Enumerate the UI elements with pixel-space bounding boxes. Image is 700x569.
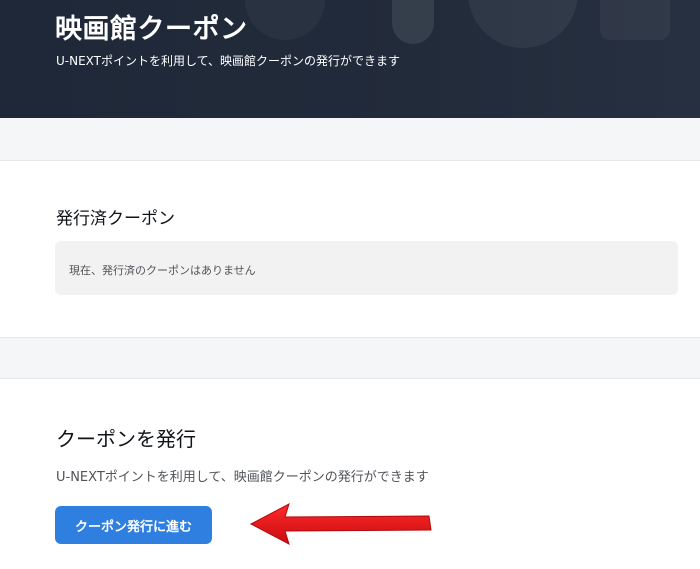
issue-coupon-description: U-NEXTポイントを利用して、映画館クーポンの発行ができます [56, 470, 429, 485]
red-arrow-icon [249, 502, 432, 546]
hero-decoration [600, 0, 670, 40]
issued-coupons-heading: 発行済クーポン [56, 209, 175, 229]
issued-coupons-section: 発行済クーポン 現在、発行済のクーポンはありません [0, 160, 700, 338]
issue-coupon-heading: クーポンを発行 [56, 427, 196, 451]
empty-state-message: 現在、発行済のクーポンはありません [69, 264, 256, 277]
proceed-to-issue-button[interactable]: クーポン発行に進む [55, 506, 212, 544]
page-title: 映画館クーポン [55, 14, 248, 45]
hero-decoration [468, 0, 578, 48]
red-arrow-shape [249, 502, 432, 546]
empty-state-box: 現在、発行済のクーポンはありません [55, 241, 678, 295]
hero-decoration [245, 0, 325, 40]
page-subtitle: U-NEXTポイントを利用して、映画館クーポンの発行ができます [56, 54, 401, 68]
hero-banner: 映画館クーポン U-NEXTポイントを利用して、映画館クーポンの発行ができます [0, 0, 700, 118]
hero-decoration [392, 0, 434, 44]
